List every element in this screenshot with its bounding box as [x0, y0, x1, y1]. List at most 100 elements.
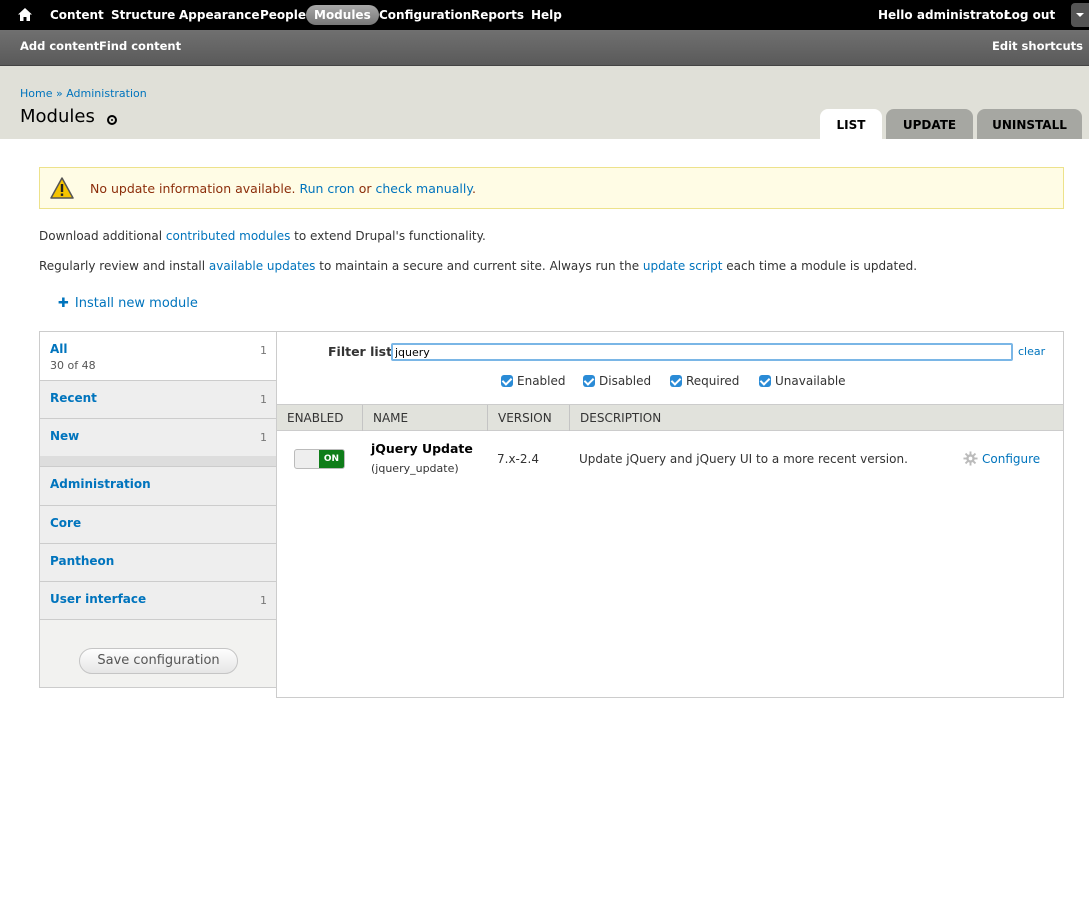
toolbar-reports[interactable]: Reports	[471, 0, 524, 30]
checkbox-label: Required	[686, 374, 740, 388]
category-count: 1	[260, 594, 267, 607]
filter-disabled-checkbox[interactable]: Disabled	[583, 374, 651, 388]
add-shortcut-icon[interactable]	[107, 115, 117, 125]
tab-list[interactable]: LIST	[820, 109, 882, 139]
run-cron-link[interactable]: Run cron	[299, 181, 354, 196]
category-count: 1	[260, 344, 267, 357]
intro-paragraph-1: Download additional contributed modules …	[39, 229, 486, 243]
module-configure-link[interactable]: Configure	[963, 451, 1040, 466]
toolbar-people[interactable]: People	[260, 0, 306, 30]
toolbar-drawer-toggle[interactable]	[1071, 3, 1089, 27]
save-configuration-button[interactable]: Save configuration	[79, 648, 238, 674]
checkbox-checked-icon	[501, 375, 513, 387]
warning-text: No update information available. Run cro…	[90, 181, 476, 196]
p1-after: to extend Drupal's functionality.	[290, 229, 486, 243]
gear-icon	[963, 451, 978, 466]
category-label: Core	[50, 516, 82, 530]
module-machine-name: (jquery_update)	[371, 462, 459, 475]
warning-prefix: No update information available.	[90, 181, 300, 196]
module-description: Update jQuery and jQuery UI to a more re…	[579, 452, 908, 466]
admin-toolbar: Content Structure Appearance People Modu…	[0, 0, 1089, 30]
shortcut-find-content[interactable]: Find content	[99, 30, 181, 62]
category-new[interactable]: New 1	[40, 419, 277, 457]
category-count: 1	[260, 393, 267, 406]
check-manually-link[interactable]: check manually	[375, 181, 471, 196]
user-name-link[interactable]: administrator	[917, 8, 1010, 22]
category-recent[interactable]: Recent 1	[40, 381, 277, 419]
shortcut-add-content[interactable]: Add content	[20, 30, 99, 62]
breadcrumb-administration[interactable]: Administration	[66, 87, 147, 100]
module-enabled-toggle[interactable]: ON	[294, 449, 345, 469]
filter-enabled-checkbox[interactable]: Enabled	[501, 374, 566, 388]
toolbar-configuration[interactable]: Configuration	[379, 0, 471, 30]
column-header-version: VERSION	[488, 405, 570, 431]
checkbox-checked-icon	[670, 375, 682, 387]
tab-uninstall[interactable]: UNINSTALL	[977, 109, 1082, 139]
category-pantheon[interactable]: Pantheon	[40, 544, 277, 582]
filter-label: Filter list	[328, 344, 393, 359]
warning-message: No update information available. Run cro…	[39, 167, 1064, 209]
category-label: Administration	[50, 477, 151, 491]
category-label: Recent	[50, 391, 97, 405]
filter-unavailable-checkbox[interactable]: Unavailable	[759, 374, 846, 388]
filter-required-checkbox[interactable]: Required	[670, 374, 739, 388]
home-icon[interactable]	[17, 0, 33, 30]
filter-input[interactable]	[391, 343, 1013, 361]
p1-before: Download additional	[39, 229, 166, 243]
warning-icon	[50, 177, 74, 202]
column-header-enabled: ENABLED	[277, 405, 363, 431]
tab-update[interactable]: UPDATE	[886, 109, 973, 139]
update-script-link[interactable]: update script	[643, 259, 723, 273]
breadcrumb-home[interactable]: Home	[20, 87, 52, 100]
toolbar-modules[interactable]: Modules	[306, 5, 379, 25]
category-count: 1	[260, 431, 267, 444]
warning-or: or	[354, 181, 376, 196]
category-core[interactable]: Core	[40, 506, 277, 544]
category-label: Pantheon	[50, 554, 115, 568]
column-header-description: DESCRIPTION	[580, 411, 662, 425]
page-header: Home » Administration Modules LIST UPDAT…	[0, 66, 1089, 139]
breadcrumb: Home » Administration	[20, 87, 147, 100]
category-label: New	[50, 429, 80, 443]
available-updates-link[interactable]: available updates	[209, 259, 316, 273]
checkbox-label: Unavailable	[775, 374, 846, 388]
checkbox-label: Disabled	[599, 374, 652, 388]
filter-clear-link[interactable]: clear	[1018, 345, 1045, 358]
toolbar-appearance[interactable]: Appearance	[179, 0, 260, 30]
module-version: 7.x-2.4	[497, 452, 539, 466]
user-greeting: Hello administrator	[878, 0, 1010, 30]
toolbar-structure[interactable]: Structure	[111, 0, 175, 30]
logout-link[interactable]: Log out	[1004, 0, 1055, 30]
warning-period: .	[471, 181, 476, 196]
breadcrumb-separator: »	[52, 87, 67, 100]
modules-pane: Filter list clear Enabled Disabled Requi…	[276, 331, 1064, 698]
p2-after: each time a module is updated.	[722, 259, 918, 273]
checkbox-checked-icon	[583, 375, 595, 387]
category-user-interface[interactable]: User interface 1	[40, 582, 277, 620]
contributed-modules-link[interactable]: contributed modules	[166, 229, 290, 243]
toolbar-help[interactable]: Help	[531, 0, 562, 30]
page-title: Modules	[20, 106, 95, 127]
install-new-module-link[interactable]: ✚ Install new module	[58, 296, 198, 311]
toolbar-content[interactable]: Content	[50, 0, 104, 30]
checkbox-label: Enabled	[517, 374, 566, 388]
category-summary: 30 of 48	[50, 359, 96, 372]
modules-table-header: ENABLED NAME VERSION DESCRIPTION	[277, 404, 1063, 431]
toggle-on-label: ON	[319, 450, 344, 468]
intro-paragraph-2: Regularly review and install available u…	[39, 259, 917, 273]
category-administration[interactable]: Administration	[40, 467, 277, 506]
column-header-name: NAME	[363, 405, 488, 431]
install-new-module-label: Install new module	[74, 296, 198, 311]
shortcut-bar: Add content Find content Edit shortcuts	[0, 30, 1089, 66]
checkbox-checked-icon	[759, 375, 771, 387]
edit-shortcuts-link[interactable]: Edit shortcuts	[992, 30, 1083, 62]
configure-label: Configure	[982, 452, 1041, 466]
category-all[interactable]: All 30 of 48 1	[40, 332, 277, 381]
chevron-down-icon	[1076, 13, 1084, 17]
category-tabs: All 30 of 48 1 Recent 1 New 1 Administra…	[39, 331, 277, 688]
category-label: User interface	[50, 592, 147, 606]
plus-icon: ✚	[58, 296, 69, 311]
category-divider	[40, 456, 277, 467]
category-label: All	[50, 342, 68, 356]
p2-before: Regularly review and install	[39, 259, 209, 273]
